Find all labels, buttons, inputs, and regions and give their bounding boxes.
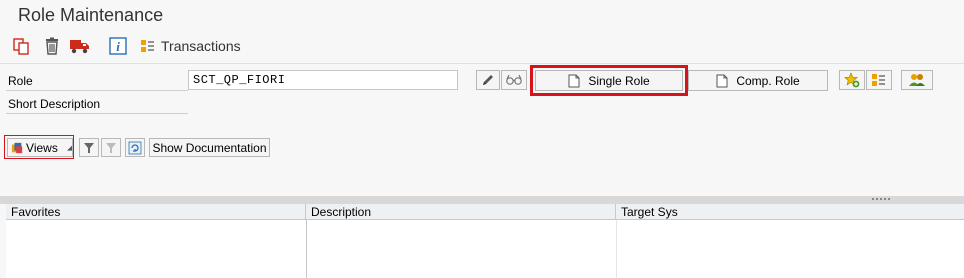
role-transactions-button[interactable]	[866, 70, 892, 90]
window-title: Role Maintenance	[18, 5, 164, 25]
show-documentation-button[interactable]: Show Documentation	[149, 138, 270, 157]
column-divider	[616, 220, 617, 278]
views-icon	[11, 142, 23, 153]
transactions-icon	[872, 74, 885, 86]
pencil-icon	[483, 75, 493, 85]
short-description-label: Short Description	[6, 95, 188, 114]
application-toolbar: i Transactions	[0, 32, 964, 60]
favorite-add-icon	[844, 72, 860, 88]
add-favorite-button[interactable]	[839, 70, 865, 90]
filter-delete-icon	[106, 142, 116, 153]
single-role-button[interactable]: Single Role	[535, 70, 683, 91]
views-button[interactable]: Views	[7, 138, 73, 157]
role-input[interactable]: SCT_QP_FIORI	[188, 70, 458, 90]
grid-body	[6, 220, 964, 278]
column-header-favorites[interactable]: Favorites	[6, 204, 306, 220]
transport-icon[interactable]	[69, 36, 91, 56]
grid-header: Favorites Description Target Sys	[6, 204, 964, 220]
role-label: Role	[6, 72, 188, 91]
transactions-label: Transactions	[161, 38, 241, 54]
edit-button[interactable]	[476, 70, 500, 90]
grid-splitter[interactable]	[0, 196, 964, 204]
column-header-description[interactable]: Description	[306, 204, 616, 220]
title-bar: Role Maintenance	[0, 0, 964, 30]
toolbar-divider	[0, 63, 964, 64]
delete-icon[interactable]	[41, 36, 63, 56]
comp-role-button[interactable]: Comp. Role	[688, 70, 828, 91]
views-label: Views	[26, 140, 58, 155]
users-icon	[909, 74, 925, 86]
refresh-button[interactable]	[125, 138, 145, 157]
svg-text:i: i	[116, 39, 120, 54]
users-button[interactable]	[901, 70, 933, 90]
glasses-icon	[506, 74, 522, 85]
single-role-label: Single Role	[588, 73, 650, 88]
filter-icon	[84, 142, 94, 153]
splitter-handle-icon[interactable]	[872, 198, 890, 202]
role-input-value: SCT_QP_FIORI	[193, 73, 286, 87]
dropdown-arrow-icon	[66, 144, 72, 151]
refresh-icon	[128, 141, 142, 154]
document-icon	[716, 74, 728, 87]
filter-button[interactable]	[79, 138, 99, 157]
column-divider	[306, 220, 307, 278]
transactions-icon	[141, 40, 154, 52]
show-documentation-label: Show Documentation	[152, 140, 267, 155]
delete-filter-button[interactable]	[101, 138, 121, 157]
comp-role-label: Comp. Role	[736, 73, 800, 88]
transactions-button[interactable]: Transactions	[140, 36, 241, 56]
info-icon[interactable]: i	[107, 36, 129, 56]
display-button[interactable]	[501, 70, 527, 90]
column-header-target-sys[interactable]: Target Sys	[616, 204, 964, 220]
copy-icon[interactable]	[10, 36, 32, 56]
document-icon	[568, 74, 580, 87]
